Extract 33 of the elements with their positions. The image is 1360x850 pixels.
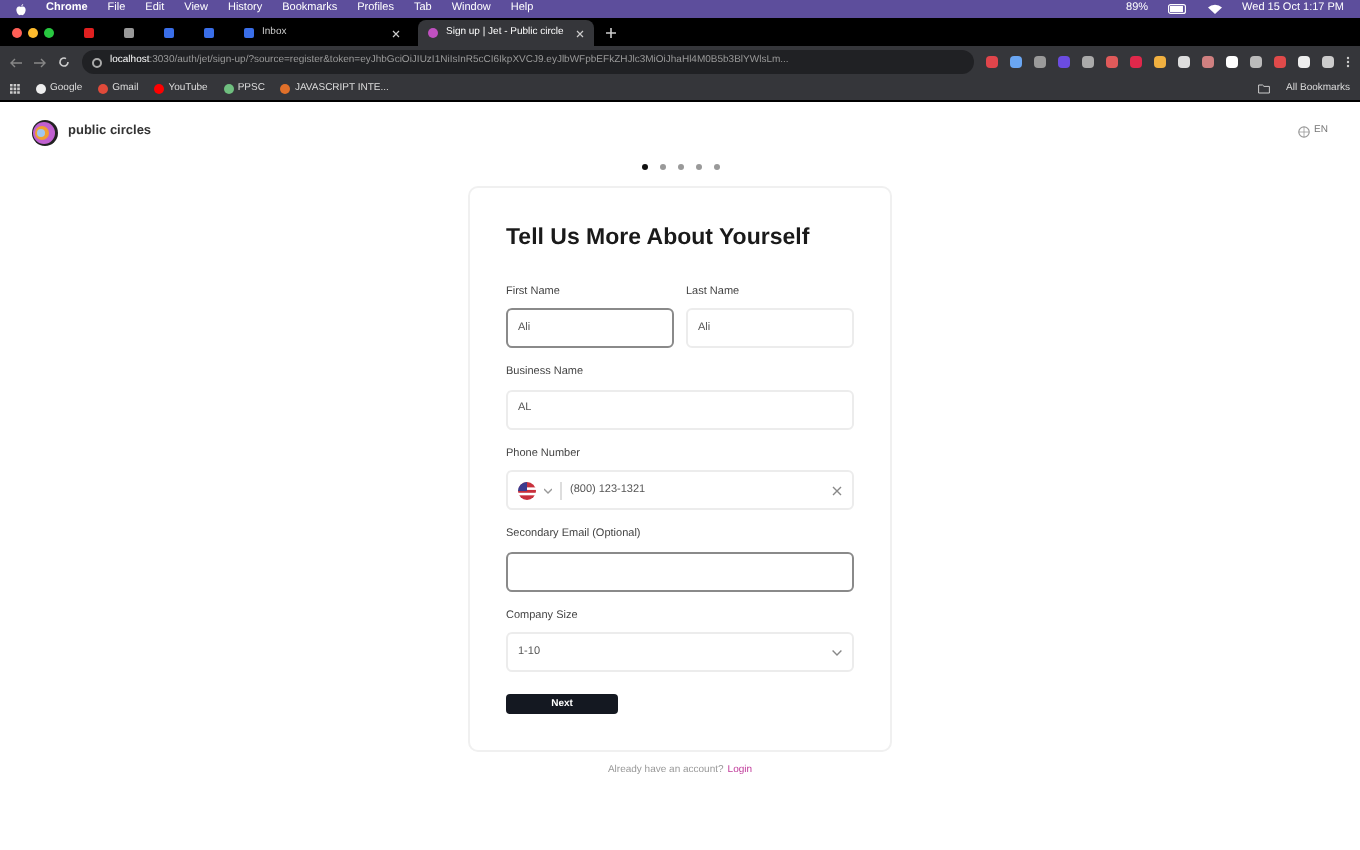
bookmark-favicon-icon — [98, 84, 109, 94]
apps-grid-icon[interactable] — [10, 84, 20, 94]
favicon-icon — [428, 28, 438, 38]
input-field[interactable] — [506, 551, 854, 591]
favicon-icon — [244, 28, 254, 38]
minimize-window-icon[interactable] — [28, 28, 38, 38]
logo-icon — [32, 119, 58, 145]
clear-icon[interactable] — [832, 485, 842, 495]
maximize-window-icon[interactable] — [44, 28, 54, 38]
favicon-icon — [204, 28, 214, 38]
chevron-down-icon — [832, 649, 842, 655]
flag-icon — [518, 481, 536, 499]
globe-icon[interactable] — [1298, 126, 1311, 138]
battery-icon[interactable] — [1168, 4, 1189, 14]
back-icon[interactable] — [10, 57, 22, 67]
favicon-icon — [164, 28, 174, 38]
wifi-icon[interactable] — [1208, 4, 1223, 14]
bookmark-favicon-icon — [154, 84, 165, 94]
folder-icon — [1258, 84, 1271, 94]
reload-icon[interactable] — [58, 56, 70, 68]
new-tab-icon[interactable] — [606, 28, 616, 38]
apple-icon[interactable] — [16, 3, 26, 15]
chevron-down-icon — [544, 487, 552, 493]
bookmark-favicon-icon — [280, 84, 291, 94]
forward-icon[interactable] — [34, 57, 46, 67]
close-tab-icon[interactable] — [392, 29, 400, 37]
favicon-icon — [84, 28, 94, 38]
close-tab-icon[interactable] — [576, 29, 584, 37]
form-title: Tell Us More About Yourself — [506, 228, 812, 251]
favicon-icon — [124, 28, 134, 38]
bookmark-favicon-icon — [36, 84, 46, 94]
close-window-icon[interactable] — [12, 28, 22, 38]
bookmark-favicon-icon — [223, 84, 234, 94]
